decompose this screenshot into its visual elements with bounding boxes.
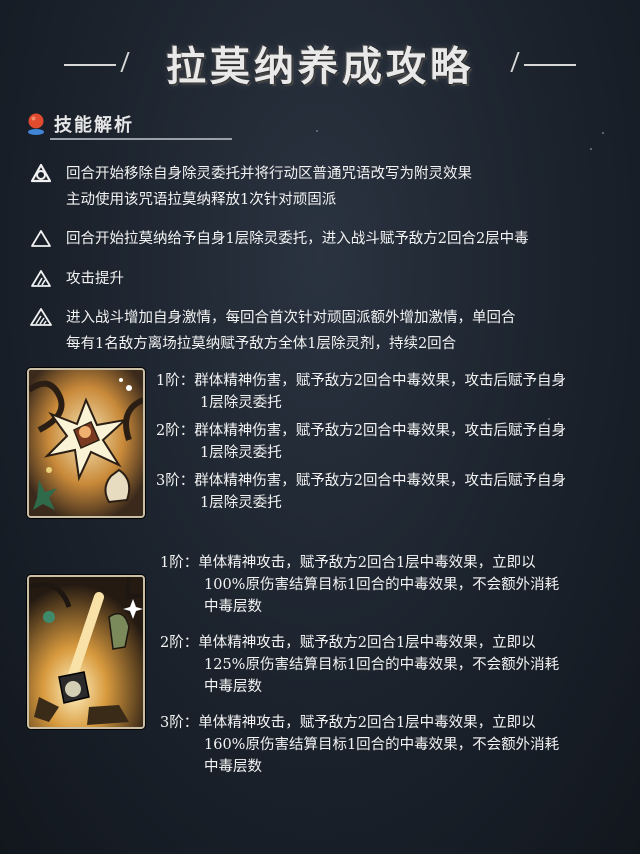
level-prefix: 1阶： [160,555,199,571]
tier-icon-1 [30,163,52,183]
level-prefix: 3阶： [160,715,199,731]
level-desc-line-3: 中毒层数 [204,599,262,615]
page-header: 拉莫纳养成攻略 [0,34,640,94]
level-desc-line-2: 1层除灵委托 [200,395,282,411]
tier-icon-2 [31,230,51,247]
firework-burst-card-icon [27,368,145,518]
level-desc-line-1: 单体精神攻击，赋予敌方2回合1层中毒效果，立即以 [198,635,536,651]
level-prefix: 3阶： [156,473,195,489]
level-desc-line-2: 125%原伤害结算目标1回合的中毒效果，不会额外消耗 [204,657,560,673]
level-desc-line-1: 群体精神伤害，赋予敌方2回合中毒效果，攻击后赋予自身 [194,473,566,489]
level-desc-line-2: 160%原伤害结算目标1回合的中毒效果，不会额外消耗 [204,737,560,753]
level-desc-line-1: 单体精神攻击，赋予敌方2回合1层中毒效果，立即以 [198,555,536,571]
passive-1-line-1: 回合开始移除自身除灵委托并将行动区普通咒语改写为附灵效果 [66,166,472,182]
level-desc-line-1: 单体精神攻击，赋予敌方2回合1层中毒效果，立即以 [198,715,536,731]
passive-skill-1: 回合开始移除自身除灵委托并将行动区普通咒语改写为附灵效果 主动使用该咒语拉莫纳释… [30,161,630,213]
passive-4-line-1: 进入战斗增加自身激情，每回合首次针对顽固派额外增加激情，单回合 [66,310,516,326]
passive-1-line-2: 主动使用该咒语拉莫纳释放1次针对顽固派 [66,192,337,208]
level-desc-line-2: 1层除灵委托 [200,445,282,461]
level-desc-line-2: 100%原伤害结算目标1回合的中毒效果，不会额外消耗 [204,577,560,593]
tier-icon-3 [31,270,51,287]
skill-1-level-3: 3阶：群体精神伤害，赋予敌方2回合中毒效果，攻击后赋予自身 1层除灵委托 [156,470,626,514]
passive-2-line-1: 回合开始拉莫纳给予自身1层除灵委托，进入战斗赋予敌方2回合2层中毒 [66,231,529,247]
level-prefix: 2阶： [160,635,199,651]
shovel-strike-card-icon [27,575,145,729]
skill-2-level-3: 3阶：单体精神攻击，赋予敌方2回合1层中毒效果，立即以 160%原伤害结算目标1… [160,712,630,778]
level-desc-line-3: 中毒层数 [204,759,262,775]
skill-2-levels: 1阶：单体精神攻击，赋予敌方2回合1层中毒效果，立即以 100%原伤害结算目标1… [160,552,630,778]
section-underline [50,138,232,140]
level-desc-line-1: 群体精神伤害，赋予敌方2回合中毒效果，攻击后赋予自身 [194,423,566,439]
section-header: 技能解析 [26,108,232,140]
title-right-line [524,64,576,66]
skill-2-level-2: 2阶：单体精神攻击，赋予敌方2回合1层中毒效果，立即以 125%原伤害结算目标1… [160,632,630,698]
skill-1-levels: 1阶：群体精神伤害，赋予敌方2回合中毒效果，攻击后赋予自身 1层除灵委托 2阶：… [156,370,626,514]
level-desc-line-1: 群体精神伤害，赋予敌方2回合中毒效果，攻击后赋予自身 [194,373,566,389]
passive-4-line-2: 每有1名敌方离场拉莫纳赋予敌方全体1层除灵剂，持续2回合 [66,336,457,352]
level-prefix: 1阶： [156,373,195,389]
skill-1-level-1: 1阶：群体精神伤害，赋予敌方2回合中毒效果，攻击后赋予自身 1层除灵委托 [156,370,626,414]
passive-skill-2: 回合开始拉莫纳给予自身1层除灵委托，进入战斗赋予敌方2回合2层中毒 [30,226,630,252]
skill-2-level-1: 1阶：单体精神攻击，赋予敌方2回合1层中毒效果，立即以 100%原伤害结算目标1… [160,552,630,618]
level-prefix: 2阶： [156,423,195,439]
passive-skill-4: 进入战斗增加自身激情，每回合首次针对顽固派额外增加激情，单回合 每有1名敌方离场… [30,305,630,357]
skill-1-level-2: 2阶：群体精神伤害，赋予敌方2回合中毒效果，攻击后赋予自身 1层除灵委托 [156,420,626,464]
location-pin-icon [28,113,44,135]
passive-3-line-1: 攻击提升 [66,271,124,287]
section-title: 技能解析 [54,115,134,136]
level-desc-line-3: 中毒层数 [204,679,262,695]
tier-icon-4 [30,308,52,326]
level-desc-line-2: 1层除灵委托 [200,495,282,511]
page-title: 拉莫纳养成攻略 [166,44,474,90]
passive-skill-3: 攻击提升 [30,266,630,292]
